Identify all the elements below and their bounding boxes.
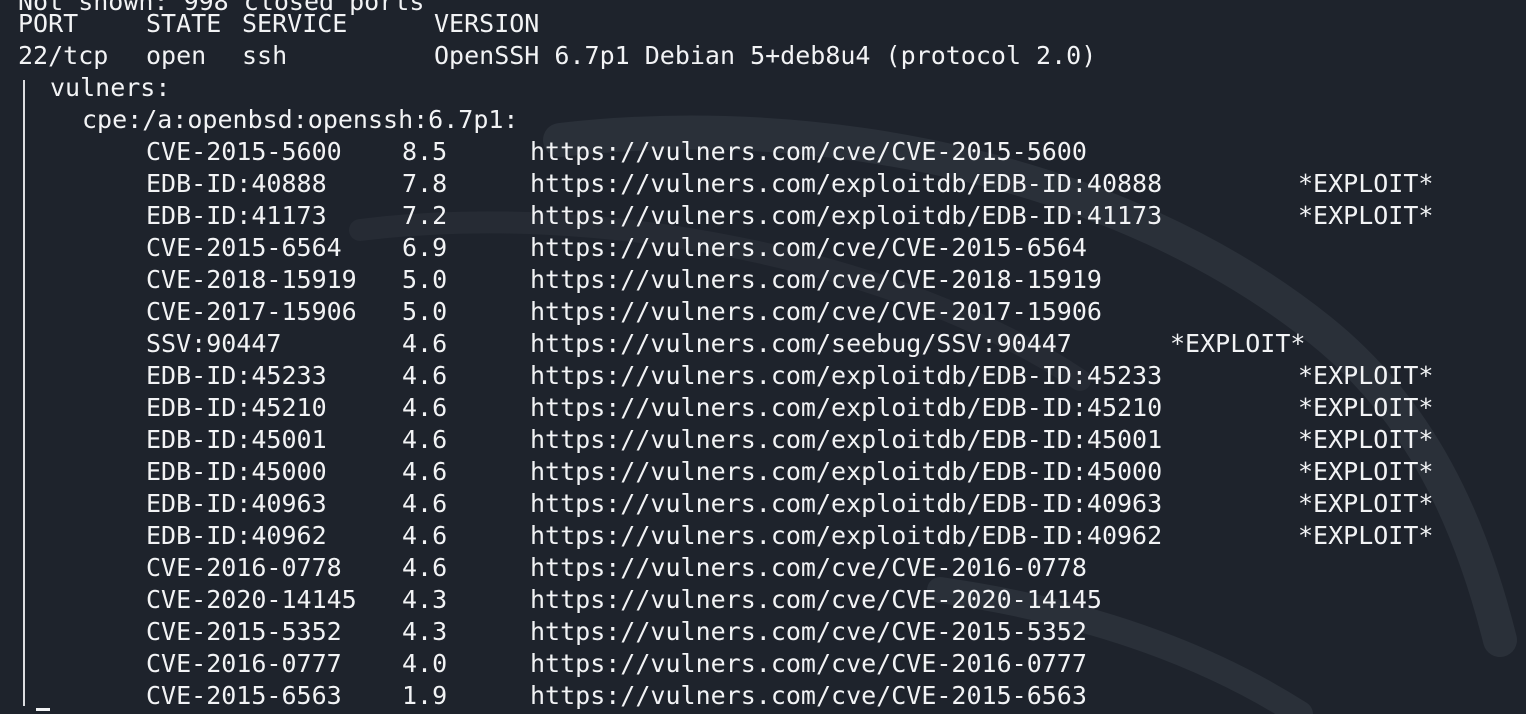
- vuln-url: https://vulners.com/exploitdb/EDB-ID:450…: [530, 425, 1163, 454]
- terminal-cursor-icon: [36, 708, 50, 711]
- exploit-tag: *EXPLOIT*: [1298, 489, 1434, 518]
- vuln-score: 4.0: [402, 649, 448, 678]
- vuln-id: CVE-2017-15906: [146, 297, 357, 326]
- vuln-score: 7.8: [402, 169, 448, 198]
- vuln-url: https://vulners.com/cve/CVE-2017-15906: [530, 297, 1102, 326]
- vulners-label: vulners:: [50, 73, 171, 102]
- exploit-tag: *EXPLOIT*: [1298, 169, 1434, 198]
- vuln-id: CVE-2015-6563: [146, 681, 342, 710]
- header-state: STATE: [146, 9, 222, 38]
- cpe-line: cpe:/a:openbsd:openssh:6.7p1:: [0, 104, 519, 136]
- exploit-tag: *EXPLOIT*: [1298, 521, 1434, 550]
- vuln-score: 4.6: [402, 553, 448, 582]
- vuln-id: EDB-ID:40888: [146, 169, 327, 198]
- vuln-score: 5.0: [402, 265, 448, 294]
- exploit-tag: *EXPLOIT*: [1298, 361, 1434, 390]
- vuln-id: EDB-ID:45210: [146, 393, 327, 422]
- vuln-url: https://vulners.com/exploitdb/EDB-ID:452…: [530, 393, 1163, 422]
- vuln-url: https://vulners.com/exploitdb/EDB-ID:409…: [530, 521, 1163, 550]
- vuln-id: EDB-ID:45001: [146, 425, 327, 454]
- vuln-id: CVE-2018-15919: [146, 265, 357, 294]
- vuln-url: https://vulners.com/cve/CVE-2016-0778: [530, 553, 1087, 582]
- vuln-id: EDB-ID:41173: [146, 201, 327, 230]
- vuln-id: EDB-ID:40963: [146, 489, 327, 518]
- vuln-id: CVE-2020-14145: [146, 585, 357, 614]
- vuln-id: CVE-2016-0777: [146, 649, 342, 678]
- vuln-url: https://vulners.com/exploitdb/EDB-ID:452…: [530, 361, 1163, 390]
- cpe-label: cpe:/a:openbsd:openssh:6.7p1:: [82, 105, 519, 134]
- vuln-id: EDB-ID:40962: [146, 521, 327, 550]
- header-port: PORT: [18, 9, 79, 38]
- exploit-tag: *EXPLOIT*: [1170, 329, 1306, 358]
- vuln-score: 4.6: [402, 489, 448, 518]
- vuln-id: CVE-2015-5600: [146, 137, 342, 166]
- vuln-url: https://vulners.com/cve/CVE-2015-5352: [530, 617, 1087, 646]
- vulners-label-line: vulners:: [0, 72, 170, 104]
- vuln-score: 4.3: [402, 617, 448, 646]
- vuln-url: https://vulners.com/cve/CVE-2016-0777: [530, 649, 1087, 678]
- vuln-score: 4.6: [402, 393, 448, 422]
- port-value: 22/tcp: [18, 41, 109, 70]
- vuln-score: 4.6: [402, 521, 448, 550]
- vuln-url: https://vulners.com/exploitdb/EDB-ID:450…: [530, 457, 1163, 486]
- vuln-score: 4.6: [402, 457, 448, 486]
- vuln-score: 4.6: [402, 425, 448, 454]
- exploit-tag: *EXPLOIT*: [1298, 457, 1434, 486]
- terminal-window[interactable]: Not shown: 998 closed ports PORT STATE S…: [0, 0, 1526, 714]
- vuln-score: 4.6: [402, 361, 448, 390]
- service-value: ssh: [242, 41, 288, 70]
- header-service: SERVICE: [242, 9, 348, 38]
- vuln-url: https://vulners.com/cve/CVE-2015-6564: [530, 233, 1087, 262]
- header-version: VERSION: [434, 9, 540, 38]
- vuln-url: https://vulners.com/cve/CVE-2015-5600: [530, 137, 1087, 166]
- vuln-id: CVE-2016-0778: [146, 553, 342, 582]
- vuln-url: https://vulners.com/cve/CVE-2020-14145: [530, 585, 1102, 614]
- vuln-url: https://vulners.com/exploitdb/EDB-ID:411…: [530, 201, 1163, 230]
- exploit-tag: *EXPLOIT*: [1298, 201, 1434, 230]
- vuln-url: https://vulners.com/exploitdb/EDB-ID:409…: [530, 489, 1163, 518]
- vuln-url: https://vulners.com/seebug/SSV:90447: [530, 329, 1072, 358]
- exploit-tag: *EXPLOIT*: [1298, 393, 1434, 422]
- vuln-id: CVE-2015-6564: [146, 233, 342, 262]
- vuln-score: 5.0: [402, 297, 448, 326]
- state-value: open: [146, 41, 207, 70]
- vuln-score: 1.9: [402, 681, 448, 710]
- version-value: OpenSSH 6.7p1 Debian 5+deb8u4 (protocol …: [434, 41, 1097, 70]
- vuln-id: CVE-2015-5352: [146, 617, 342, 646]
- vuln-id: SSV:90447: [146, 329, 282, 358]
- port-table-header: PORT STATE SERVICE VERSION: [0, 8, 539, 40]
- vuln-score: 8.5: [402, 137, 448, 166]
- vuln-score: 7.2: [402, 201, 448, 230]
- vuln-score: 4.3: [402, 585, 448, 614]
- exploit-tag: *EXPLOIT*: [1298, 425, 1434, 454]
- vuln-url: https://vulners.com/cve/CVE-2015-6563: [530, 681, 1087, 710]
- vuln-score: 4.6: [402, 329, 448, 358]
- vuln-url: https://vulners.com/exploitdb/EDB-ID:408…: [530, 169, 1163, 198]
- vuln-id: EDB-ID:45233: [146, 361, 327, 390]
- port-row: 22/tcp open ssh OpenSSH 6.7p1 Debian 5+d…: [0, 40, 1096, 72]
- vuln-score: 6.9: [402, 233, 448, 262]
- vuln-id: EDB-ID:45000: [146, 457, 327, 486]
- vuln-url: https://vulners.com/cve/CVE-2018-15919: [530, 265, 1102, 294]
